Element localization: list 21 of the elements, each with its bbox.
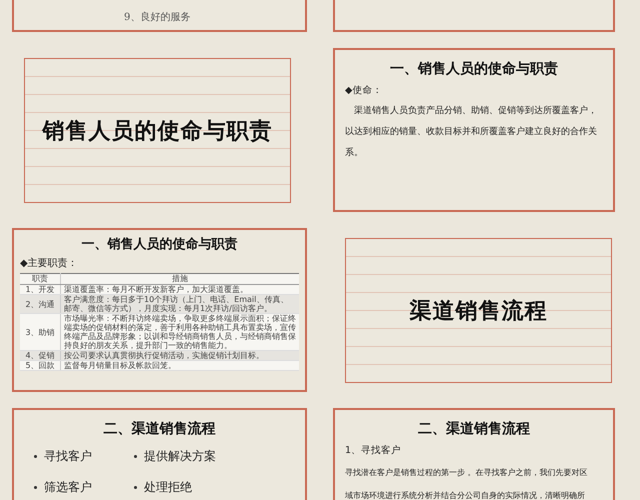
list-item: 9、良好的服务 <box>123 10 192 24</box>
slide-label: 1、寻找客户 <box>345 444 402 457</box>
text-line: 域市场环境进行系统分析并结合分公司自身的实际情况，清晰明确所 <box>345 490 586 500</box>
slide-title: 渠道销售流程 <box>410 298 548 326</box>
slide-heading: 二、渠道销售流程 <box>417 420 531 438</box>
table-cell: 5、回款 <box>20 360 60 370</box>
slide-title: 销售人员的使命与职责 <box>42 118 272 146</box>
slide-heading: 一、销售人员的使命与职责 <box>389 60 559 78</box>
column-header: 职责 <box>20 274 60 284</box>
bullet-item: 寻找客户 <box>34 448 134 465</box>
table-cell: 监督每月销量目标及帐款回笼。 <box>60 360 299 370</box>
bullet-item: 处理拒绝 <box>134 479 274 496</box>
slide-paragraph: 渠道销售人员负责产品分销、助销、促销等到达所覆盖客户，以达到相应的销量、收款目标并和所覆盖客户建立良好的合作关系。 <box>345 104 598 160</box>
column-header: 措施 <box>60 274 299 284</box>
slide-label: ◆主要职责： <box>20 256 79 270</box>
slide-heading: 一、销售人员的使命与职责 <box>80 236 238 253</box>
bullet-item: 筛选客户 <box>34 479 134 496</box>
slide-label: ◆使命： <box>345 84 384 97</box>
text-line: 寻找潜在客户是销售过程的第一步 。在寻找客户之前，我们先要对区 <box>345 467 589 479</box>
bullet-item: 提供解决方案 <box>134 448 274 465</box>
slide-heading: 二、渠道销售流程 <box>102 420 216 438</box>
